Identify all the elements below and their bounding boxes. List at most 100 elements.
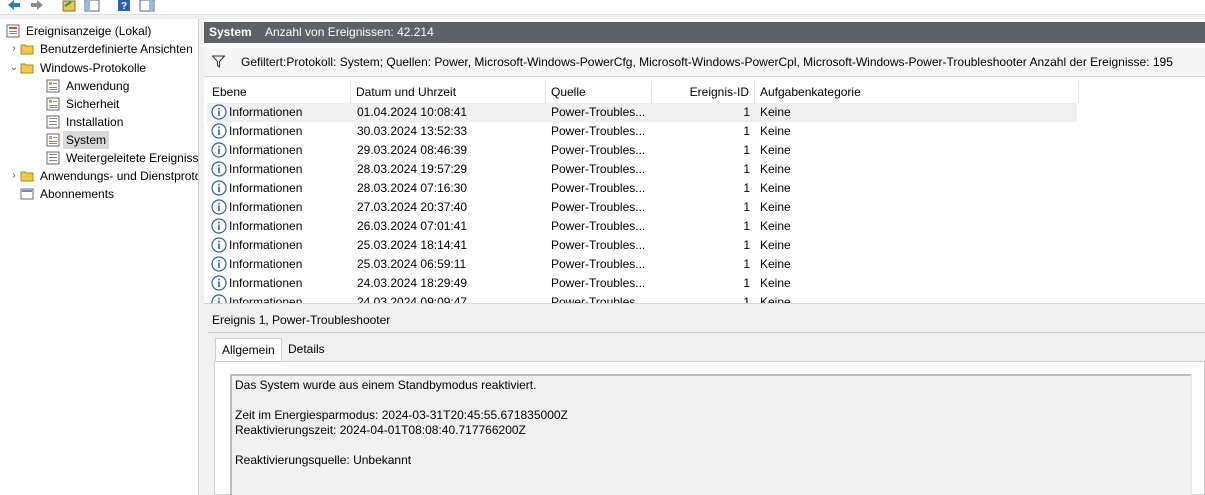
cell-event-id: 1 (743, 219, 750, 233)
chevron-down-icon[interactable]: ⌄ (8, 59, 20, 77)
cell-source: Power-Troubles... (551, 276, 646, 290)
cell-category: Keine (760, 200, 791, 214)
subscriptions-icon (20, 187, 34, 201)
cell-date: 25.03.2024 18:14:41 (357, 238, 468, 252)
cell-event-id: 1 (743, 295, 750, 303)
toolbar: ? (0, 0, 1205, 15)
back-arrow-icon[interactable] (6, 0, 22, 13)
table-row[interactable]: Informationen 28.03.2024 07:16:30 Power-Tr… (207, 179, 1077, 198)
cell-date: 25.03.2024 06:59:11 (357, 257, 467, 271)
cell-level: Informationen (229, 238, 303, 252)
table-row[interactable]: Informationen 30.03.2024 13:52:33 Power-Tr… (207, 122, 1077, 141)
cell-event-id: 1 (743, 181, 750, 195)
tree-item-apps-services[interactable]: › Anwendungs- und Dienstprotokolle (8, 167, 198, 185)
message-line: Reaktivierungszeit: 2024-04-01T08:08:40.… (235, 423, 526, 437)
cell-date: 26.03.2024 07:01:41 (357, 219, 468, 233)
cell-category: Keine (760, 276, 791, 290)
column-header-category[interactable]: Aufgabenkategorie (755, 81, 1079, 103)
event-count: Anzahl von Ereignissen: 42.214 (265, 25, 434, 39)
cell-category: Keine (760, 219, 791, 233)
cell-category: Keine (760, 238, 791, 252)
info-icon (211, 237, 227, 253)
cell-source: Power-Troubles... (551, 238, 646, 252)
cell-date: 24.03.2024 09:09:47 (357, 295, 468, 303)
events-grid: Ebene Datum und Uhrzeit ⌄ Quelle Ereigni… (207, 81, 1205, 303)
cell-date: 01.04.2024 10:08:41 (357, 105, 468, 119)
cell-source: Power-Troubles... (551, 162, 646, 176)
cell-level: Informationen (229, 257, 303, 271)
show-hide-action-pane-icon[interactable] (139, 0, 155, 13)
divider (208, 332, 1205, 333)
log-icon (46, 133, 60, 147)
info-icon (211, 142, 227, 158)
cell-level: Informationen (229, 105, 303, 119)
column-header-date[interactable]: Datum und Uhrzeit ⌄ (351, 81, 546, 103)
folder-icon (20, 61, 34, 75)
tree-item-forwarded-events[interactable]: Weitergeleitete Ereignisse (46, 149, 199, 167)
show-hide-console-tree-icon[interactable] (84, 0, 100, 13)
cell-event-id: 1 (743, 257, 750, 271)
message-line: Das System wurde aus einem Standbymodus … (235, 378, 537, 392)
column-header-event-id[interactable]: Ereignis-ID (652, 81, 755, 103)
table-row[interactable]: Informationen 26.03.2024 07:01:41 Power-Tr… (207, 217, 1077, 236)
table-row[interactable]: Informationen 24.03.2024 18:29:49 Power-Tr… (207, 274, 1077, 293)
cell-source: Power-Troubles... (551, 257, 646, 271)
info-icon (211, 123, 227, 139)
cell-level: Informationen (229, 124, 303, 138)
open-folder-icon[interactable] (61, 0, 77, 13)
column-header-level[interactable]: Ebene (207, 81, 351, 103)
forward-arrow-icon[interactable] (29, 0, 45, 13)
cell-date: 24.03.2024 18:29:49 (357, 276, 468, 290)
cell-event-id: 1 (743, 105, 750, 119)
cell-event-id: 1 (743, 200, 750, 214)
table-row[interactable]: Informationen 01.04.2024 10:08:41 Power-Tr… (207, 103, 1077, 122)
tree-label-root: Ereignisanzeige (Lokal) (26, 24, 152, 38)
cell-category: Keine (760, 257, 791, 271)
chevron-right-icon[interactable]: › (8, 167, 20, 185)
log-icon (46, 151, 60, 165)
cell-event-id: 1 (743, 162, 750, 176)
tree-item-application[interactable]: Anwendung (46, 77, 132, 95)
event-detail-pane: Ereignis 1, Power-Troubleshooter Allgeme… (204, 307, 1205, 495)
cell-category: Keine (760, 162, 791, 176)
cell-source: Power-Troubles... (551, 200, 646, 214)
filter-bar: Gefiltert:Protokoll: System; Quellen: Po… (204, 47, 1205, 77)
cell-date: 27.03.2024 20:37:40 (357, 200, 468, 214)
column-header-source[interactable]: Quelle (546, 81, 652, 103)
cell-category: Keine (760, 295, 791, 303)
tree-item-installation[interactable]: Installation (46, 113, 126, 131)
svg-text:?: ? (121, 1, 127, 12)
log-icon (46, 115, 60, 129)
table-row[interactable]: Informationen 28.03.2024 19:57:29 Power-Tr… (207, 160, 1077, 179)
log-title: System (209, 25, 252, 39)
tree-item-custom-views[interactable]: › Benutzerdefinierte Ansichten (8, 40, 196, 58)
table-row[interactable]: Informationen 25.03.2024 18:14:41 Power-Tr… (207, 236, 1077, 255)
tree-item-subscriptions[interactable]: Abonnements (20, 185, 117, 203)
tab-general[interactable]: Allgemein (215, 338, 282, 361)
sort-descending-icon: ⌄ (441, 83, 449, 93)
cell-event-id: 1 (743, 238, 750, 252)
tree-item-root[interactable]: Ereignisanzeige (Lokal) (6, 22, 154, 40)
table-row[interactable]: Informationen 24.03.2024 09:09:47 Power-Tr… (207, 293, 1077, 303)
tab-details[interactable]: Details (282, 338, 331, 361)
info-icon (211, 256, 227, 272)
cell-level: Informationen (229, 181, 303, 195)
info-icon (211, 218, 227, 234)
event-message-box[interactable]: Das System wurde aus einem Standbymodus … (230, 374, 1192, 495)
tree-label-forwarded-events: Weitergeleitete Ereignisse (66, 151, 199, 165)
message-line: Reaktivierungsquelle: Unbekannt (235, 453, 412, 467)
tree-item-system[interactable]: System (46, 131, 110, 149)
filter-icon (212, 55, 225, 68)
log-header-bar: System Anzahl von Ereignissen: 42.214 (204, 22, 1205, 43)
table-row[interactable]: Informationen 27.03.2024 20:37:40 Power-Tr… (207, 198, 1077, 217)
table-row[interactable]: Informationen 25.03.2024 06:59:11 Power-Tr… (207, 255, 1077, 274)
table-row[interactable]: Informationen 29.03.2024 08:46:39 Power-Tr… (207, 141, 1077, 160)
info-icon (211, 199, 227, 215)
result-pane: System Anzahl von Ereignissen: 42.214 Ge… (204, 19, 1205, 495)
cell-category: Keine (760, 181, 791, 195)
tree-item-security[interactable]: Sicherheit (46, 95, 122, 113)
tree-item-windows-logs[interactable]: ⌄ Windows-Protokolle (8, 59, 149, 77)
chevron-right-icon[interactable]: › (8, 40, 20, 58)
help-icon[interactable]: ? (116, 0, 132, 13)
event-viewer-icon (6, 24, 20, 38)
